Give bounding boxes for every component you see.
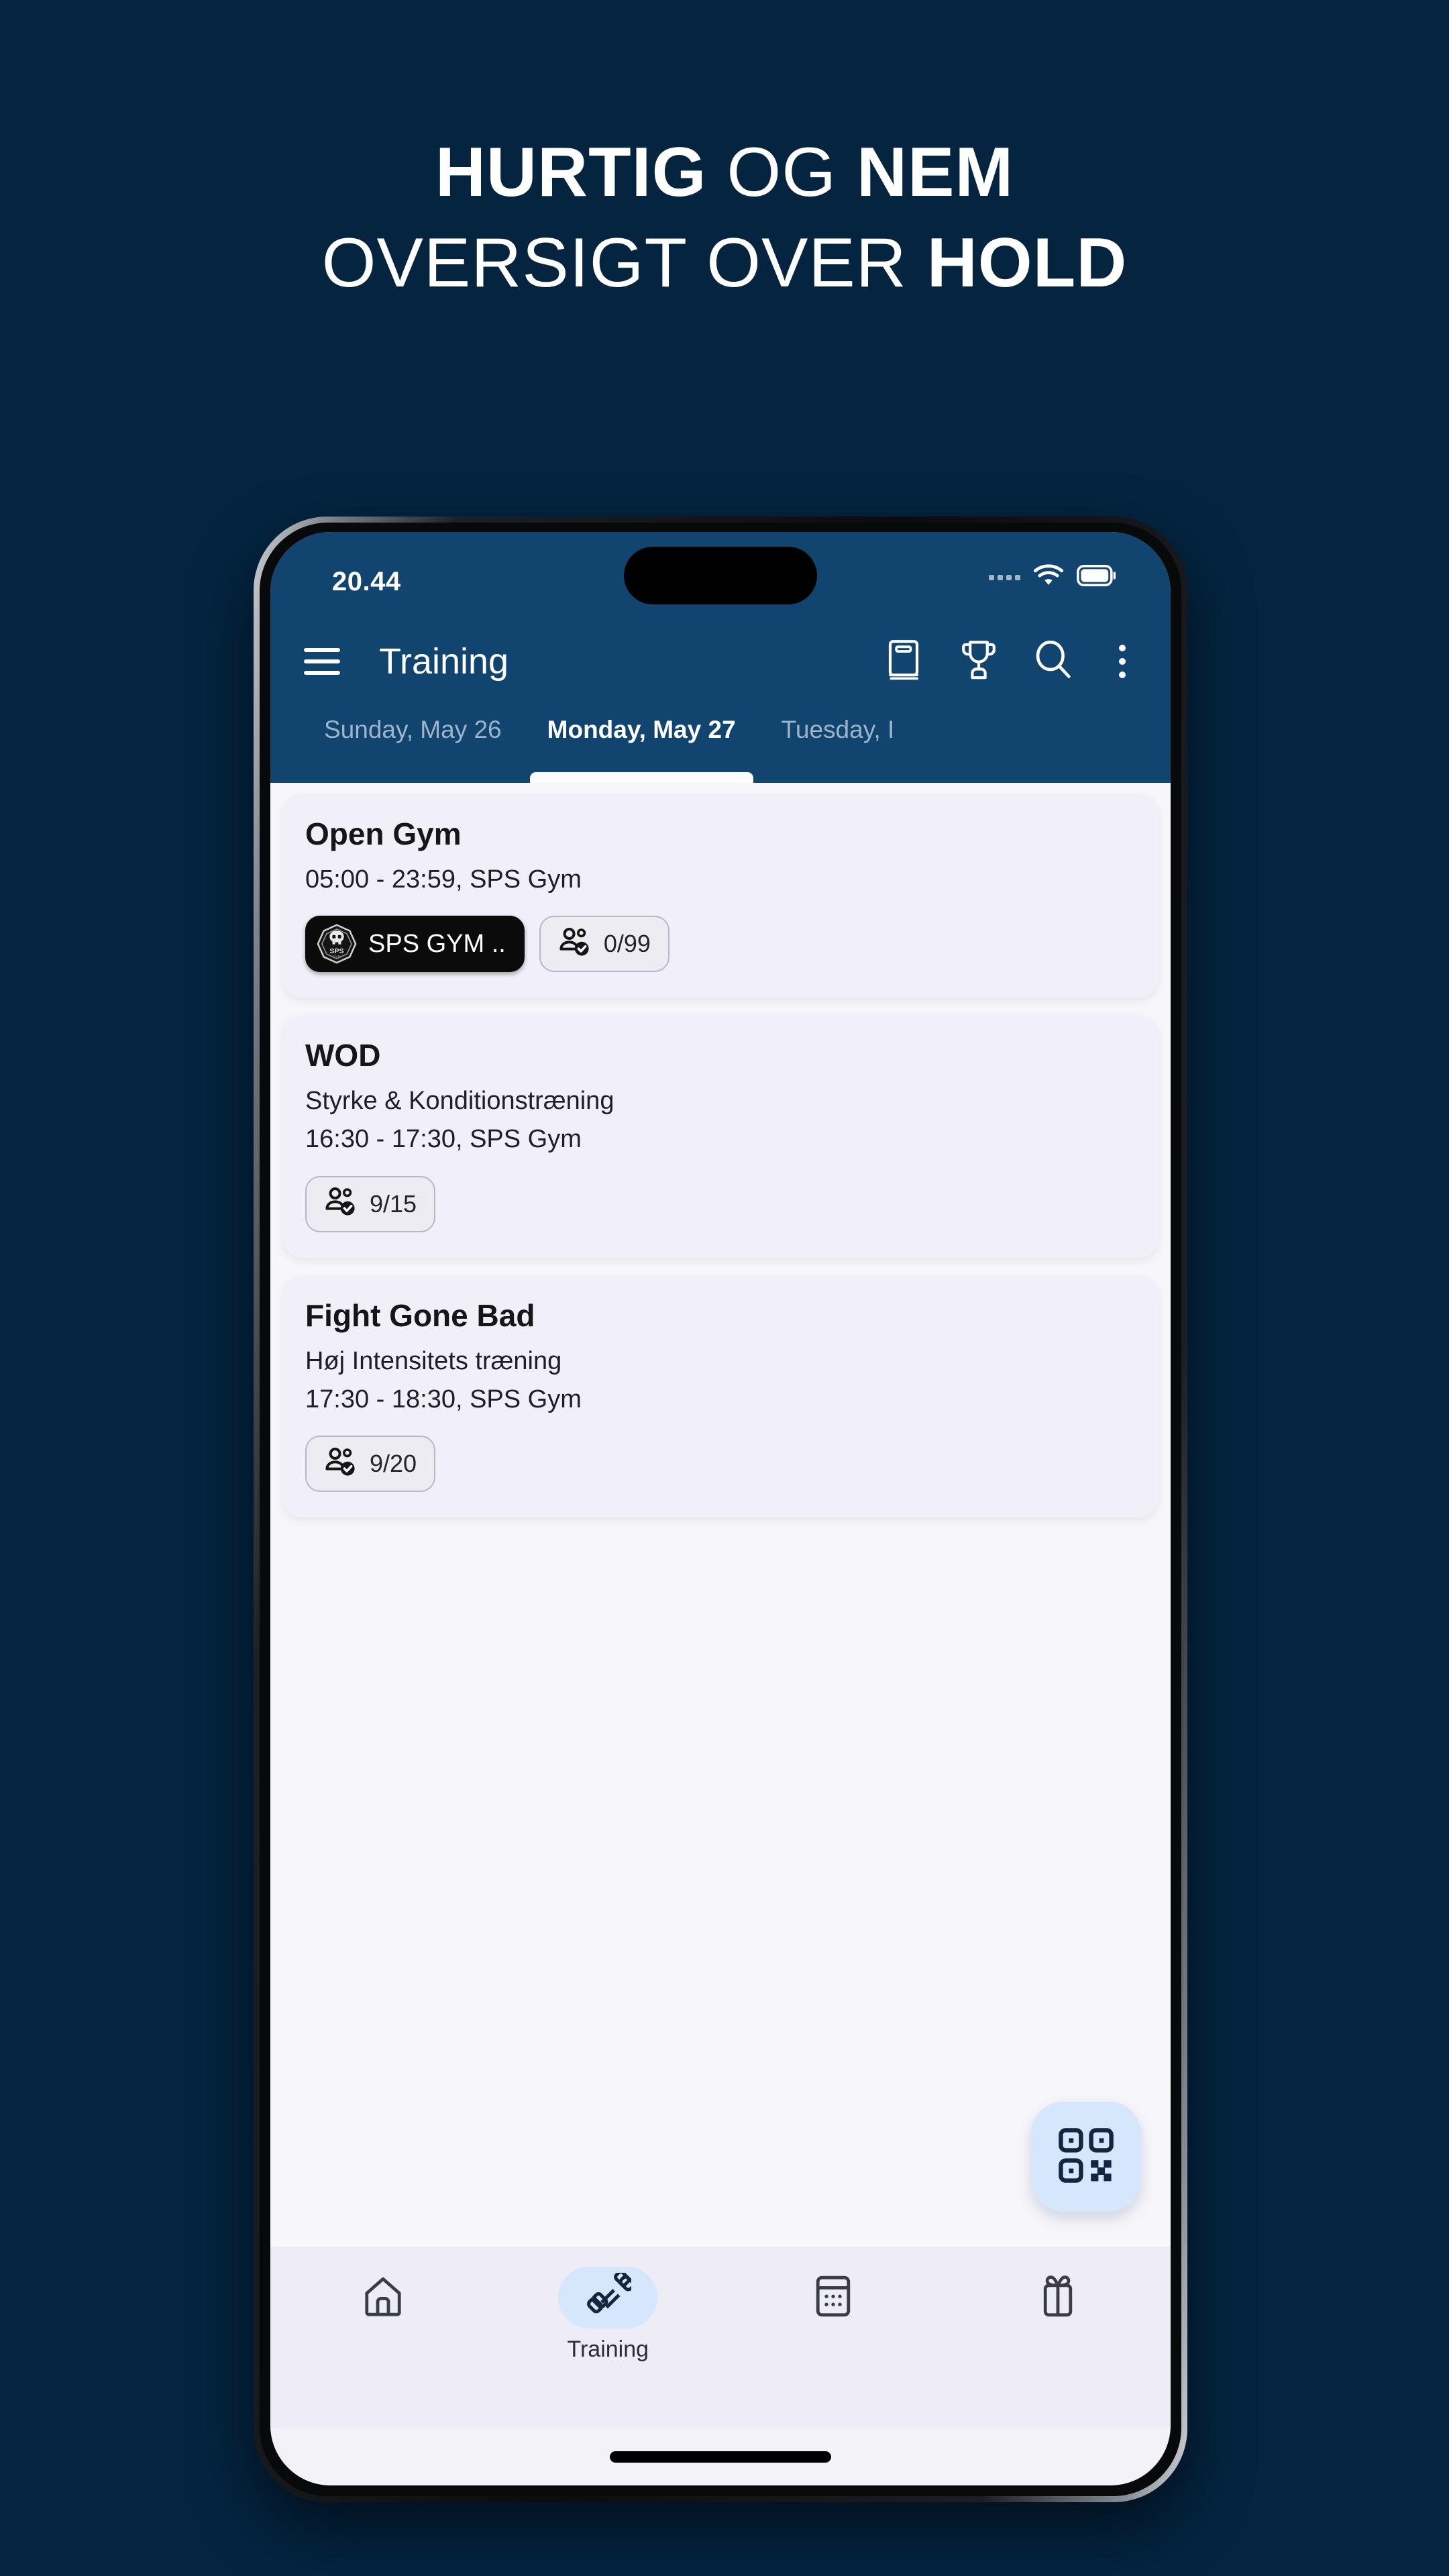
class-card[interactable]: Fight Gone Bad Høj Intensitets træning 1… xyxy=(282,1275,1159,1518)
class-description: Styrke & Konditionstræning xyxy=(305,1087,614,1116)
svg-text:GYM: GYM xyxy=(333,955,340,959)
gift-icon xyxy=(1038,2274,1078,2322)
overflow-menu-icon[interactable] xyxy=(1109,645,1136,678)
class-schedule: 17:30 - 18:30, SPS Gym xyxy=(305,1385,582,1413)
promo-headline-word-hold: HOLD xyxy=(926,224,1128,303)
nav-item-training[interactable]: Training xyxy=(496,2267,721,2363)
phone-frame: 20.44 Training Sunday, May 26 Monday, Ma… xyxy=(254,517,1187,2502)
search-icon[interactable] xyxy=(1034,640,1073,684)
gesture-handle[interactable] xyxy=(610,2451,831,2463)
status-bar-indicators xyxy=(989,564,1116,590)
attendance-count: 0/99 xyxy=(603,930,651,958)
class-card[interactable]: Open Gym 05:00 - 23:59, SPS Gym SPS GYM … xyxy=(282,794,1159,998)
gym-brand-chip[interactable]: SPS GYM SPS GYM .. xyxy=(305,916,525,973)
camera-notch xyxy=(624,547,817,604)
promo-headline-word-nem: NEM xyxy=(857,133,1014,211)
people-check-icon xyxy=(324,1187,358,1221)
promo-headline-phrase-oversigt-over: OVERSIGT OVER xyxy=(321,224,927,303)
date-tabs[interactable]: Sunday, May 26 Monday, May 27 Tuesday, I xyxy=(270,705,1171,783)
nav-item-rewards[interactable] xyxy=(946,2267,1171,2328)
nav-item-calendar[interactable] xyxy=(720,2267,946,2328)
nav-pill xyxy=(558,2267,658,2328)
class-schedule: 16:30 - 17:30, SPS Gym xyxy=(305,1125,582,1154)
signal-dots-icon xyxy=(989,574,1020,580)
book-icon[interactable] xyxy=(888,639,924,684)
date-tab-indicator xyxy=(529,772,753,783)
class-chip-row: 9/15 xyxy=(305,1175,1136,1232)
date-tab-label: Sunday, May 26 xyxy=(324,716,502,743)
class-title: WOD xyxy=(305,1038,381,1073)
attendance-count: 9/20 xyxy=(370,1450,417,1478)
class-title: Fight Gone Bad xyxy=(305,1297,535,1333)
people-check-icon xyxy=(324,1447,358,1481)
gesture-bar xyxy=(270,2428,1171,2485)
class-list: Open Gym 05:00 - 23:59, SPS Gym SPS GYM … xyxy=(270,783,1171,2247)
promo-headline-line-1: HURTIG OG NEM xyxy=(0,127,1449,218)
nav-item-label: Training xyxy=(567,2337,649,2362)
attendance-count: 9/15 xyxy=(370,1189,417,1218)
home-icon xyxy=(361,2274,405,2322)
nav-pill xyxy=(1008,2267,1108,2328)
promo-screenshot: HURTIG OG NEM OVERSIGT OVER HOLD 20.44 T… xyxy=(0,0,1449,2576)
date-tab-label: Monday, May 27 xyxy=(547,716,736,743)
sps-gym-logo-icon: SPS GYM xyxy=(316,923,358,965)
class-schedule: 05:00 - 23:59, SPS Gym xyxy=(305,865,582,894)
people-check-icon xyxy=(558,927,592,961)
app-bar-title: Training xyxy=(379,641,509,682)
app-bar: Training xyxy=(270,618,1171,705)
class-description: Høj Intensitets træning xyxy=(305,1346,562,1375)
nav-pill xyxy=(333,2267,433,2328)
promo-headline-line-2: OVERSIGT OVER HOLD xyxy=(0,218,1449,309)
class-card[interactable]: WOD Styrke & Konditionstræning 16:30 - 1… xyxy=(282,1015,1159,1258)
app-bar-actions xyxy=(888,639,1136,684)
date-tab-tuesday[interactable]: Tuesday, I xyxy=(759,717,918,783)
qr-scan-button[interactable] xyxy=(1031,2102,1141,2212)
dumbbell-icon xyxy=(584,2269,635,2323)
attendance-chip[interactable]: 9/15 xyxy=(305,1175,436,1232)
status-bar: 20.44 xyxy=(270,532,1171,618)
nav-pill xyxy=(784,2267,883,2328)
svg-text:SPS: SPS xyxy=(330,948,344,955)
promo-headline-word-og: OG xyxy=(706,133,857,211)
hamburger-menu-icon[interactable] xyxy=(300,639,344,684)
promo-headline: HURTIG OG NEM OVERSIGT OVER HOLD xyxy=(0,127,1449,309)
qr-code-icon xyxy=(1057,2126,1116,2188)
calendar-icon xyxy=(812,2274,855,2322)
phone-screen: 20.44 Training Sunday, May 26 Monday, Ma… xyxy=(270,532,1171,2485)
status-bar-clock: 20.44 xyxy=(332,567,401,596)
date-tab-sunday[interactable]: Sunday, May 26 xyxy=(301,717,525,783)
promo-headline-word-hurtig: HURTIG xyxy=(435,133,707,211)
class-chip-row: SPS GYM SPS GYM .. 0/99 xyxy=(305,916,1136,973)
wifi-icon xyxy=(1033,564,1064,590)
class-chip-row: 9/20 xyxy=(305,1436,1136,1493)
date-tab-label: Tuesday, I xyxy=(781,716,895,743)
phone-bezel: 20.44 Training Sunday, May 26 Monday, Ma… xyxy=(260,523,1181,2496)
gym-brand-label: SPS GYM .. xyxy=(368,929,506,958)
nav-item-home[interactable] xyxy=(270,2267,496,2328)
attendance-chip[interactable]: 9/20 xyxy=(305,1436,436,1493)
bottom-navigation: Training xyxy=(270,2247,1171,2428)
date-tab-monday[interactable]: Monday, May 27 xyxy=(525,717,759,783)
battery-icon xyxy=(1076,564,1116,590)
attendance-chip[interactable]: 0/99 xyxy=(539,916,669,973)
class-title: Open Gym xyxy=(305,816,462,851)
trophy-icon[interactable] xyxy=(960,639,998,684)
